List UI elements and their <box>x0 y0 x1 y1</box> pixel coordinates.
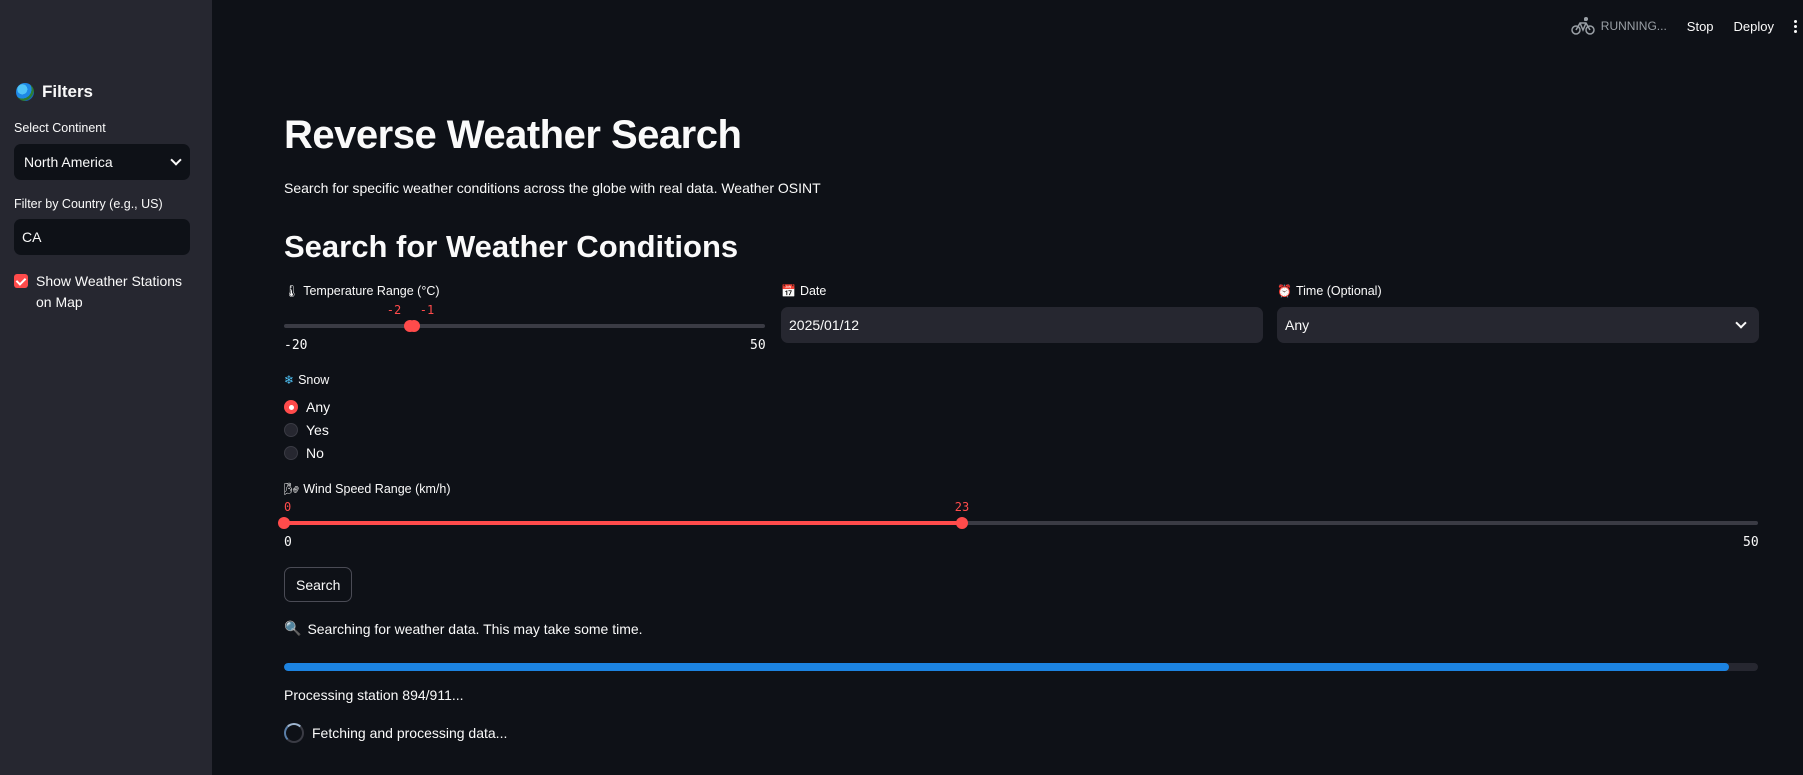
sidebar-title-text: Filters <box>42 82 94 101</box>
wind-slider-fill <box>284 521 962 525</box>
wind-label: 🌬 Wind Speed Range (km/h) <box>284 482 451 496</box>
wind-low-value: 0 <box>284 500 292 514</box>
time-select[interactable]: Any <box>1277 307 1759 343</box>
wind-min-tick: 0 <box>284 535 292 550</box>
chevron-down-icon <box>1735 317 1747 329</box>
show-stations-checkbox[interactable] <box>14 274 28 288</box>
wind-slider-thumb-low[interactable] <box>278 517 290 529</box>
wind-slider-thumb-high[interactable] <box>956 517 968 529</box>
radio-unselected[interactable] <box>284 423 298 437</box>
snow-option-yes[interactable]: Yes <box>284 422 329 438</box>
temperature-high-value: -1 <box>419 303 435 317</box>
date-label: 📅 Date <box>781 284 826 298</box>
temperature-slider-thumb-high[interactable] <box>408 320 420 332</box>
time-label-text: Time (Optional) <box>1295 284 1382 298</box>
magnifier-icon: 🔍 <box>284 620 302 636</box>
continent-select-value: North America <box>24 154 113 170</box>
radio-unselected[interactable] <box>284 446 298 460</box>
main-menu-icon[interactable] <box>1794 19 1797 33</box>
wind-label-text: Wind Speed Range (km/h) <box>303 482 451 496</box>
wind-high-value: 23 <box>954 500 970 514</box>
radio-selected[interactable] <box>284 400 298 414</box>
temperature-label-text: Temperature Range (°C) <box>303 284 440 298</box>
time-label: ⏰ Time (Optional) <box>1277 284 1382 298</box>
progress-bar-fill <box>284 663 1729 671</box>
search-info-text: Searching for weather data. This may tak… <box>307 620 643 637</box>
snow-label: ❄ Snow <box>284 373 329 387</box>
snow-option-no[interactable]: No <box>284 445 324 461</box>
snow-option-any[interactable]: Any <box>284 399 330 415</box>
page-subtitle: Search for specific weather conditions a… <box>284 180 821 196</box>
section-title: Search for Weather Conditions <box>284 229 739 264</box>
thermometer-icon: 🌡 <box>284 284 300 298</box>
alarm-clock-icon: ⏰ <box>1277 284 1292 298</box>
temperature-label: 🌡 Temperature Range (°C) <box>284 284 440 298</box>
country-input[interactable]: CA <box>14 219 190 255</box>
show-stations-checkbox-row[interactable]: Show Weather Stations on Map <box>14 271 194 313</box>
calendar-icon: 📅 <box>781 284 796 298</box>
globe-icon <box>16 83 34 101</box>
sidebar-title: Filters <box>16 82 93 102</box>
temperature-low-value: -2 <box>386 303 402 317</box>
processing-status: Processing station 894/911... <box>284 687 464 703</box>
wind-icon: 🌬 <box>284 482 300 496</box>
progress-bar <box>284 663 1758 671</box>
temperature-max-tick: 50 <box>750 338 766 353</box>
wind-max-tick: 50 <box>1743 535 1759 550</box>
search-button[interactable]: Search <box>284 567 353 602</box>
spinner-icon <box>284 723 304 743</box>
chevron-down-icon <box>170 154 182 166</box>
date-input-value: 2025/01/12 <box>789 317 860 333</box>
continent-select[interactable]: North America <box>14 144 190 180</box>
sidebar: Filters Select Continent North America F… <box>0 0 212 775</box>
snowflake-icon: ❄ <box>284 373 295 387</box>
date-label-text: Date <box>799 284 827 298</box>
snow-option-label: Yes <box>306 422 329 438</box>
snow-option-label: No <box>306 445 324 461</box>
date-input[interactable]: 2025/01/12 <box>781 307 1263 343</box>
search-info-message: 🔍 Searching for weather data. This may t… <box>284 620 643 637</box>
temperature-slider-track[interactable] <box>284 324 765 328</box>
show-stations-label: Show Weather Stations on Map <box>36 273 183 310</box>
time-select-value: Any <box>1285 317 1310 333</box>
snow-option-label: Any <box>306 399 331 415</box>
snow-label-text: Snow <box>298 373 330 387</box>
temperature-min-tick: -20 <box>284 338 308 353</box>
main-content: Reverse Weather Search Search for specif… <box>278 0 1759 775</box>
country-label: Filter by Country (e.g., US) <box>14 197 163 211</box>
fetching-status-text: Fetching and processing data... <box>312 725 508 741</box>
continent-label: Select Continent <box>14 121 106 135</box>
fetching-status: Fetching and processing data... <box>284 723 507 743</box>
page-title: Reverse Weather Search <box>284 113 742 157</box>
